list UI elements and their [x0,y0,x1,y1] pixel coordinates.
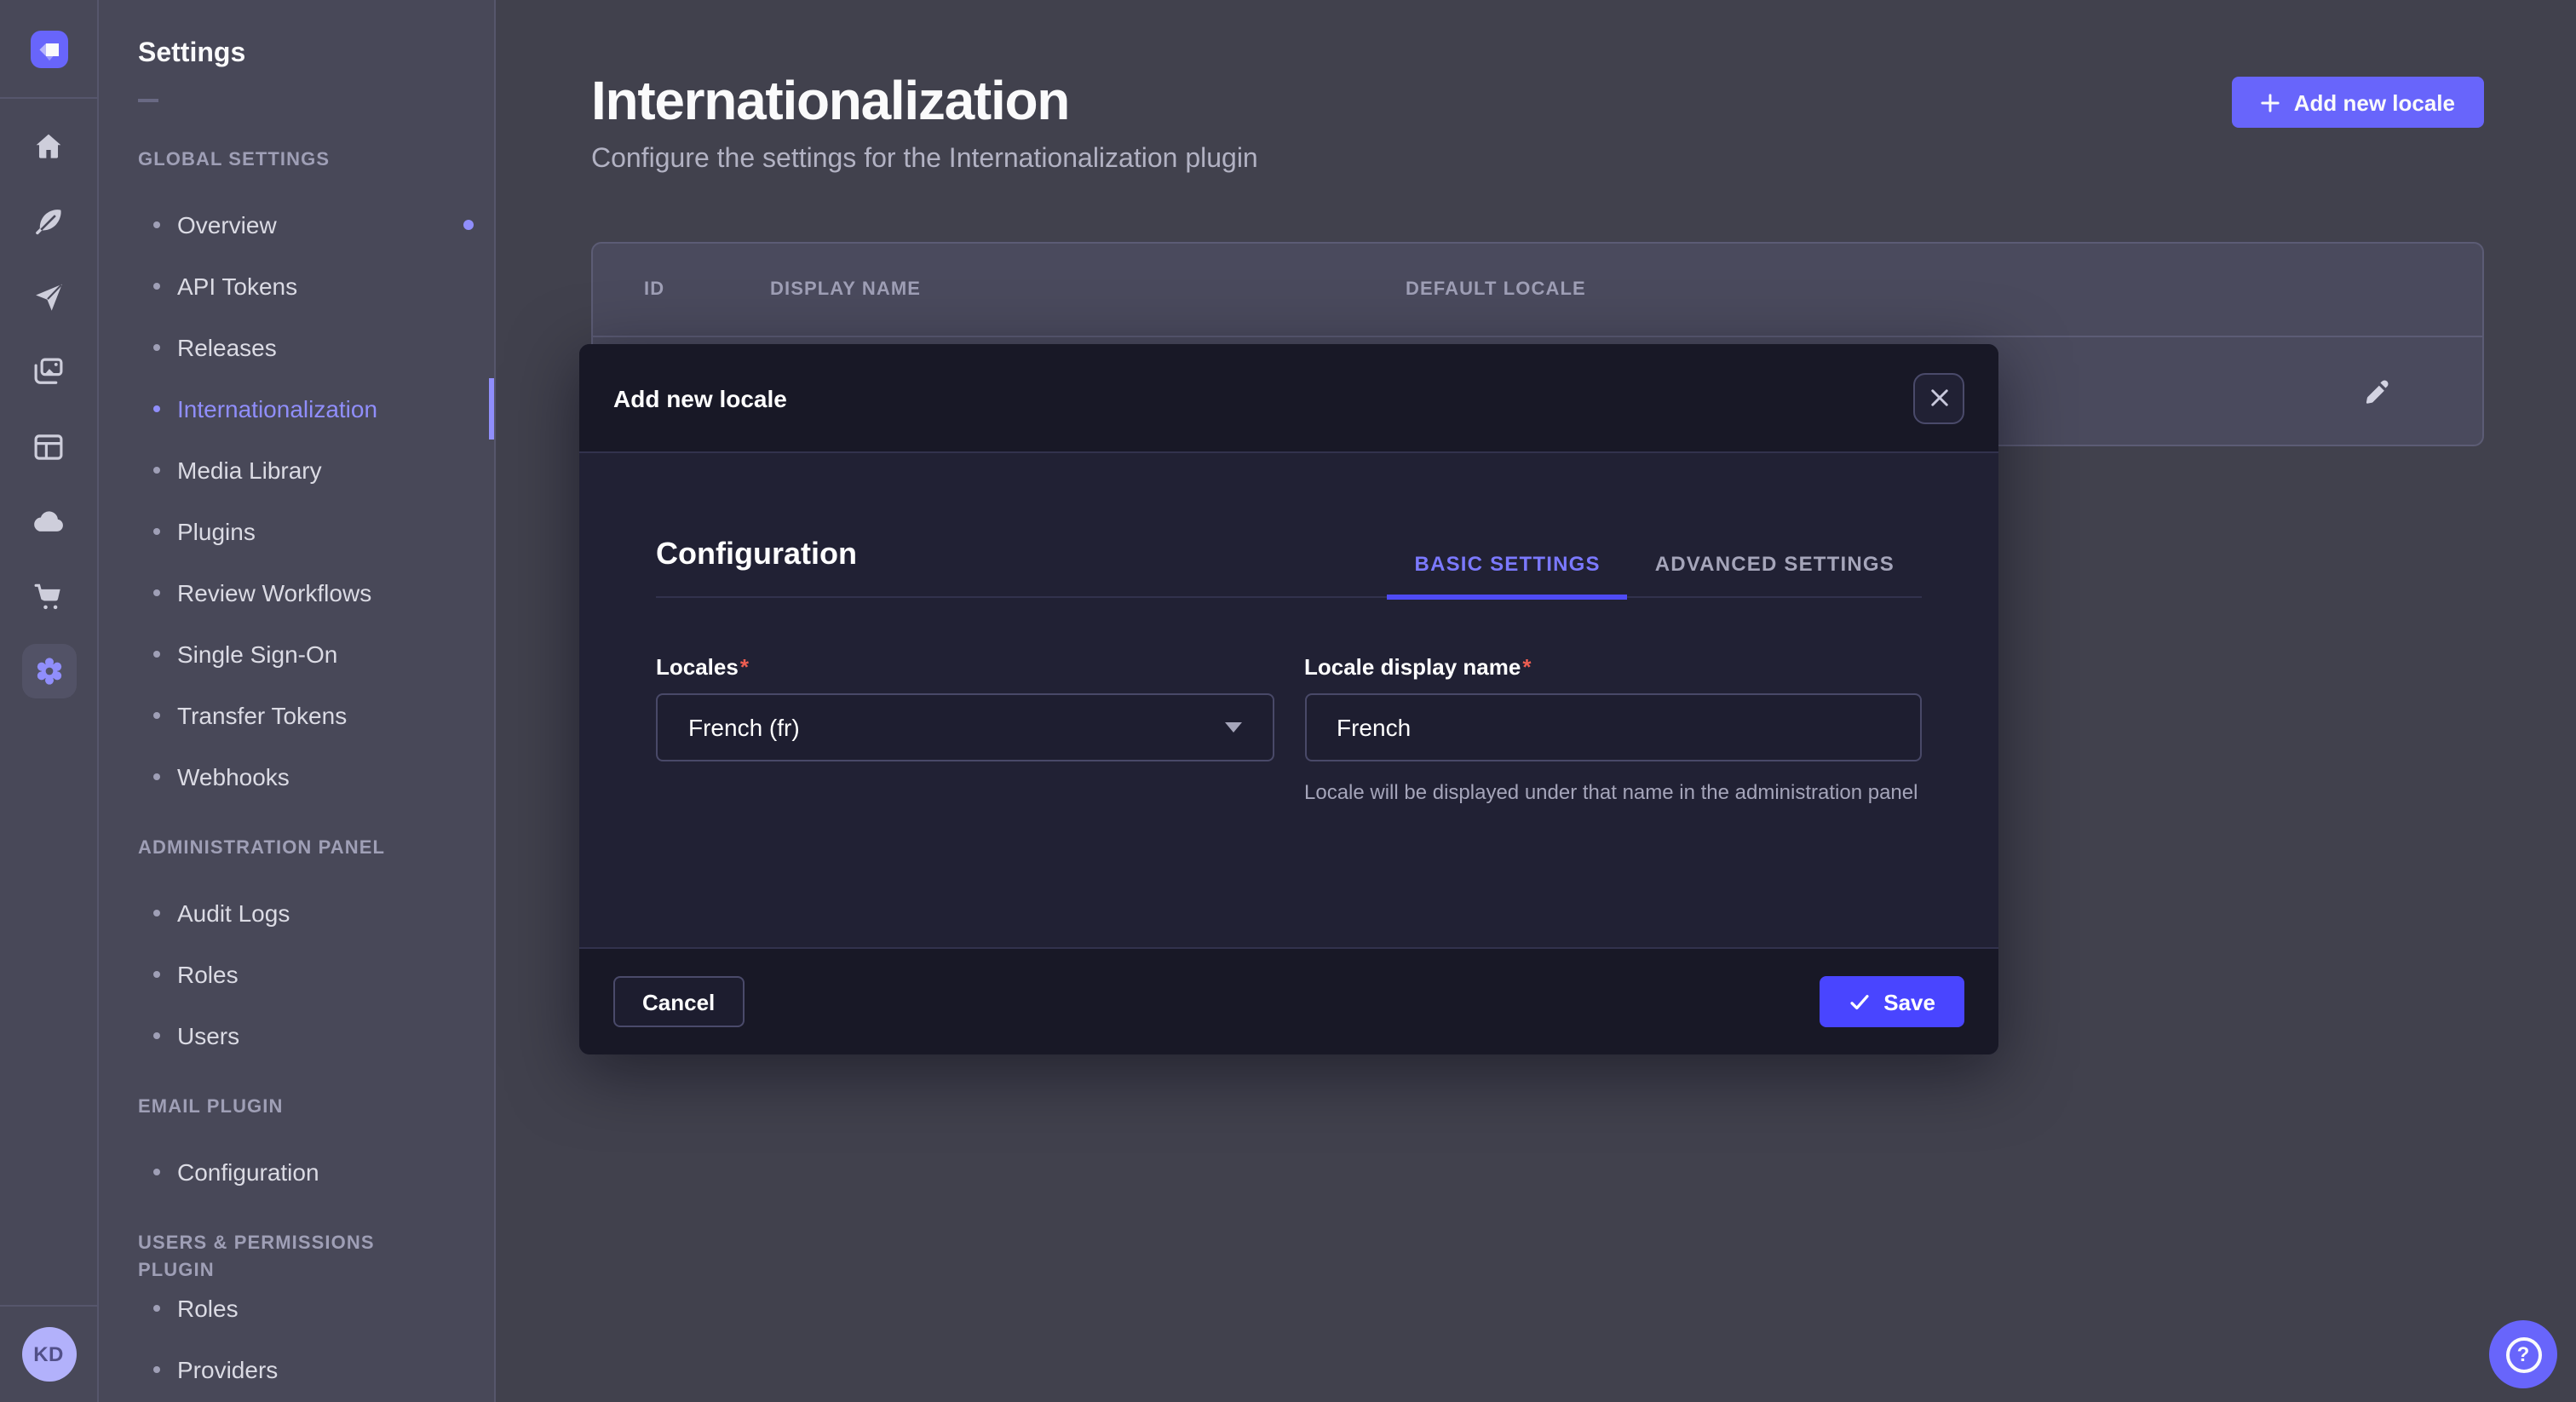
display-name-label: Locale display name* [1304,654,1922,680]
check-icon [1848,991,1870,1013]
display-name-label-text: Locale display name [1304,654,1521,680]
locales-select[interactable]: French (fr) [656,693,1274,761]
modal-body: Configuration BASIC SETTINGS ADVANCED SE… [579,453,1998,947]
add-new-locale-modal: Add new locale Configuration BASIC SETTI… [579,344,1998,1054]
required-mark: * [1522,654,1531,680]
display-name-hint: Locale will be displayed under that name… [1304,779,1922,808]
configuration-title: Configuration [656,537,857,596]
tab-advanced-settings[interactable]: ADVANCED SETTINGS [1628,531,1922,600]
chevron-down-icon [1224,722,1241,733]
locales-field-group: Locales* French (fr) [656,654,1274,829]
tab-basic-settings[interactable]: BASIC SETTINGS [1388,531,1628,600]
modal-header: Add new locale [579,344,1998,453]
locales-label: Locales* [656,654,1274,680]
save-button[interactable]: Save [1819,976,1964,1027]
modal-footer: Cancel Save [579,947,1998,1054]
modal-close-button[interactable] [1913,372,1964,423]
locale-display-name-input[interactable] [1304,693,1922,761]
required-mark: * [740,654,749,680]
display-name-field-group: Locale display name* Locale will be disp… [1304,654,1922,829]
locales-label-text: Locales [656,654,739,680]
strapi-admin-app: KD Settings GLOBAL SETTINGS Overview API… [0,0,2576,1402]
configuration-header: Configuration BASIC SETTINGS ADVANCED SE… [656,453,1922,598]
save-button-label: Save [1883,989,1935,1014]
locale-form: Locales* French (fr) Locale display name… [656,654,1922,829]
close-icon [1929,388,1948,407]
cancel-button[interactable]: Cancel [613,976,744,1027]
modal-tabs: BASIC SETTINGS ADVANCED SETTINGS [1388,531,1922,596]
locales-select-value: French (fr) [688,714,800,741]
modal-title: Add new locale [613,384,787,411]
